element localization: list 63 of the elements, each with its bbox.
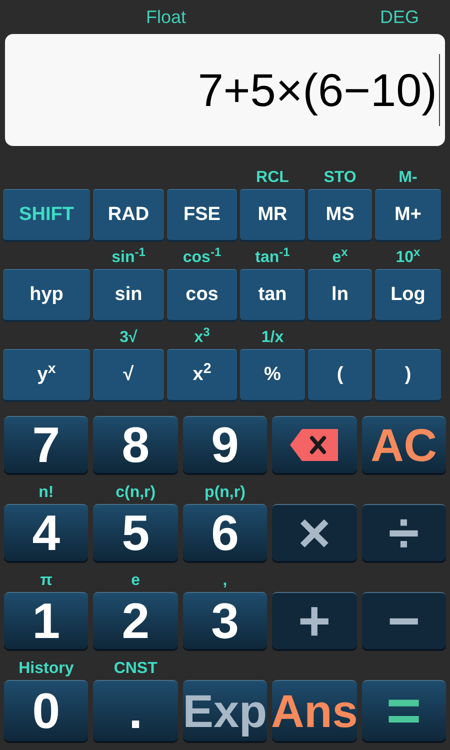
shift-label: ,	[222, 573, 228, 591]
key-button[interactable]: 7	[4, 416, 88, 473]
shift-label: STO	[324, 170, 356, 188]
function-button[interactable]: %	[240, 349, 305, 400]
shift-label: 10$^{x}$	[396, 250, 420, 268]
key-button[interactable]: =	[362, 680, 446, 741]
function-button[interactable]: y$^{x}$	[3, 349, 90, 400]
backspace-button[interactable]	[272, 416, 357, 473]
key-button[interactable]: −	[362, 592, 446, 649]
key-button[interactable]: 2	[93, 592, 178, 649]
shift-label: e$^{x}$	[332, 250, 348, 268]
key-button[interactable]: 4	[4, 504, 88, 561]
key-button[interactable]: 5	[93, 504, 178, 561]
angle-unit-label[interactable]: DEG	[380, 4, 419, 30]
shift-label: c(n,r)	[116, 485, 156, 503]
key-button[interactable]: Ans	[272, 680, 357, 741]
function-button[interactable]: cos	[167, 269, 237, 320]
mode-label[interactable]: Float	[146, 4, 186, 30]
key-button[interactable]: 3	[182, 592, 268, 649]
key-button[interactable]: 9	[182, 416, 268, 473]
shift-label: x$^{3}$	[194, 330, 210, 348]
function-button[interactable]: (	[308, 349, 372, 400]
backspace-icon	[288, 427, 340, 463]
key-button[interactable]: 1	[4, 592, 88, 649]
shift-label: π	[40, 573, 52, 591]
shift-label: 3√	[120, 330, 138, 348]
expression-text: 7+5×(6−10)	[198, 67, 437, 113]
key-button[interactable]: ×	[272, 504, 357, 561]
shift-label: e	[131, 573, 140, 591]
key-button[interactable]: +	[272, 592, 357, 649]
key-button[interactable]: 0	[4, 680, 88, 741]
shift-label: History	[18, 661, 74, 679]
key-button[interactable]: 8	[93, 416, 178, 473]
function-button[interactable]: sin	[93, 269, 164, 320]
display-field[interactable]: 7+5×(6−10)	[5, 34, 445, 146]
function-button[interactable]: tan	[240, 269, 305, 320]
function-button[interactable]: MR	[240, 189, 305, 240]
shift-label: CNST	[114, 661, 158, 679]
function-button[interactable]: SHIFT	[3, 189, 90, 240]
key-button[interactable]: AC	[362, 416, 446, 473]
shift-label: tan$^{-1}$	[255, 250, 290, 268]
shift-label: cos$^{-1}$	[182, 250, 222, 268]
shift-label: n!	[38, 485, 54, 503]
shift-label: 1/x	[261, 330, 284, 348]
function-button[interactable]: ln	[308, 269, 372, 320]
key-button[interactable]: .	[93, 680, 178, 741]
shift-label: p(n,r)	[204, 485, 246, 503]
key-button[interactable]: 6	[182, 504, 268, 561]
shift-label: M-	[398, 170, 418, 188]
key-button[interactable]: Exp	[182, 680, 268, 741]
function-button[interactable]: hyp	[3, 269, 90, 320]
function-button[interactable]: x$^{2}$	[167, 349, 237, 400]
function-button[interactable]: Log	[375, 269, 441, 320]
function-button[interactable]: MS	[308, 189, 372, 240]
function-button[interactable]: )	[375, 349, 441, 400]
function-button[interactable]: RAD	[93, 189, 164, 240]
function-button[interactable]: M+	[375, 189, 441, 240]
shift-label: sin$^{-1}$	[112, 250, 146, 268]
function-button[interactable]: √	[93, 349, 164, 400]
key-button[interactable]: ÷	[362, 504, 446, 561]
function-button[interactable]: FSE	[167, 189, 237, 240]
shift-label: RCL	[256, 170, 289, 188]
text-cursor	[439, 54, 440, 126]
